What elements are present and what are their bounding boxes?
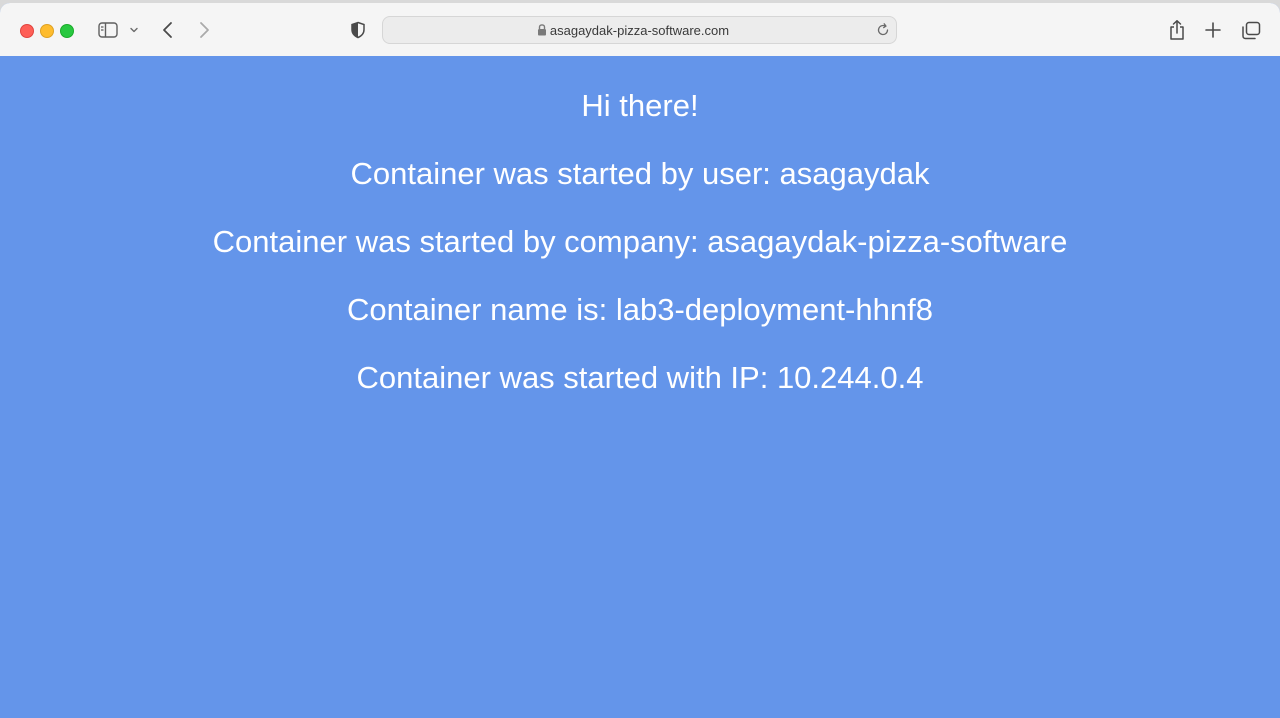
forward-button[interactable] (196, 21, 212, 39)
sidebar-menu-button[interactable] (128, 25, 140, 35)
chevron-down-icon (130, 27, 138, 33)
page-content: Hi there! Container was started by user:… (0, 56, 1280, 718)
container-ip-text: Container was started with IP: 10.244.0.… (356, 360, 924, 395)
address-bar[interactable]: asagaydak-pizza-software.com (382, 16, 897, 44)
zoom-window-button[interactable] (60, 24, 74, 38)
forward-icon (200, 22, 209, 38)
shield-icon (351, 21, 365, 39)
browser-window: asagaydak-pizza-software.com Hi there! C… (0, 3, 1280, 718)
privacy-report-button[interactable] (349, 21, 367, 39)
reload-button[interactable] (875, 22, 891, 43)
plus-icon (1205, 22, 1221, 38)
tabs-overview-icon (1242, 21, 1261, 39)
started-by-company-text: Container was started by company: asagay… (212, 224, 1068, 259)
share-button[interactable] (1167, 19, 1187, 41)
address-url: asagaydak-pizza-software.com (549, 23, 730, 38)
sidebar-toggle-button[interactable] (97, 21, 119, 39)
greeting-text: Hi there! (581, 88, 699, 123)
back-icon (163, 22, 172, 38)
browser-toolbar: asagaydak-pizza-software.com (0, 3, 1280, 57)
minimize-window-button[interactable] (40, 24, 54, 38)
close-window-button[interactable] (20, 24, 34, 38)
sidebar-icon (98, 22, 118, 38)
share-icon (1170, 20, 1184, 40)
back-button[interactable] (160, 21, 176, 39)
started-by-user-text: Container was started by user: asagaydak (350, 156, 930, 191)
reload-icon (877, 23, 889, 36)
tab-overview-button[interactable] (1240, 20, 1262, 40)
container-name-text: Container name is: lab3-deployment-hhnf8 (347, 292, 933, 327)
new-tab-button[interactable] (1204, 21, 1222, 39)
